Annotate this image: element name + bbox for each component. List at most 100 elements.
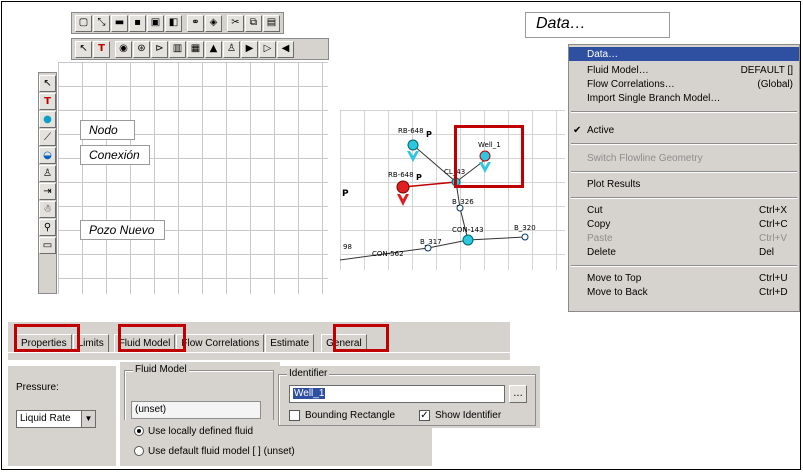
checkbox-checked[interactable]: ✓ — [419, 410, 430, 421]
text-tool-icon[interactable]: T — [93, 40, 110, 58]
pointer-icon[interactable]: ↖ — [39, 75, 56, 92]
cut-icon[interactable]: ⤡ — [93, 14, 110, 32]
bars-icon[interactable]: ▥ — [169, 40, 186, 58]
highlight-fluid-model — [118, 324, 186, 352]
menu-item-switch-flowline: Switch Flowline Geometry — [587, 152, 703, 164]
menu-separator — [571, 171, 797, 173]
pressure-label: Pressure: — [16, 382, 59, 393]
rb648-red-well-icon — [397, 194, 409, 206]
print-icon[interactable]: ▣ — [147, 14, 164, 32]
radio-button-checked[interactable] — [134, 426, 144, 437]
identifier-group-label: Identifier — [287, 368, 330, 379]
properties-tab-strip: Properties Limits Fluid Model Flow Corre… — [8, 322, 510, 352]
menu-item-delete[interactable]: Delete Del — [569, 245, 799, 259]
menu-separator — [571, 265, 797, 267]
svg-text:P: P — [416, 173, 422, 182]
menu-item-data[interactable]: Data… — [569, 47, 799, 61]
open-icon[interactable]: ▬ — [111, 14, 128, 32]
menu-item-cut[interactable]: Cut Ctrl+X — [569, 203, 799, 217]
label-b320: B_320 — [514, 224, 536, 232]
tab-estimate[interactable]: Estimate — [265, 334, 315, 352]
right-icon[interactable]: ▶ — [241, 40, 258, 58]
text-icon[interactable]: T — [39, 93, 56, 110]
pointer-tool-icon[interactable]: ↖ — [75, 40, 92, 58]
find-icon[interactable]: ⚭ — [187, 14, 204, 32]
menu-item-move-to-top[interactable]: Move to Top Ctrl+U — [569, 271, 799, 285]
bounding-rectangle-checkbox[interactable]: Bounding Rectangle — [289, 410, 395, 421]
menu-separator — [571, 111, 797, 113]
help-icon[interactable]: ◈ — [205, 14, 222, 32]
menu-item-move-to-back[interactable]: Move to Back Ctrl+D — [569, 285, 799, 299]
box-icon[interactable]: ▭ — [39, 237, 56, 254]
rb648-top-node[interactable] — [407, 139, 419, 151]
callout-nodo: Nodo — [80, 120, 135, 140]
menu-item-fluid-model[interactable]: Fluid Model… DEFAULT [] — [569, 63, 799, 77]
menu-item-active[interactable]: ✔ Active — [569, 123, 799, 137]
target-icon[interactable]: ⊛ — [133, 40, 150, 58]
show-identifier-checkbox[interactable]: ✓ Show Identifier — [419, 410, 501, 421]
draw-toolbar: ↖ T ◉ ⊛ ⊳ ▥ ▦ ▲ ♙ ▶ ▷ ◀ — [71, 38, 329, 60]
fluid-model-field: (unset) — [131, 401, 261, 419]
highlight-general — [333, 324, 389, 352]
grid-icon[interactable]: ▦ — [187, 40, 204, 58]
menu-item-flow-correlations[interactable]: Flow Correlations… (Global) — [569, 77, 799, 91]
callout-conexion: Conexión — [80, 145, 150, 165]
connection-icon[interactable]: ⟋ — [39, 129, 56, 146]
canvas-grid[interactable] — [58, 62, 328, 294]
label-b317: B_317 — [420, 238, 442, 246]
label-con143: CON-143 — [452, 226, 484, 234]
context-menu: Data… Fluid Model… DEFAULT [] Flow Correl… — [568, 44, 800, 312]
identifier-input[interactable]: Well_1 — [289, 385, 505, 403]
label-rb648-top: RB-648 — [398, 127, 424, 135]
save-icon[interactable]: ▪ — [129, 14, 146, 32]
tab-flow-correlations[interactable]: Flow Correlations — [176, 334, 265, 352]
network-diagram: P P P — [339, 130, 529, 261]
menu-item-plot-results[interactable]: Plot Results — [569, 177, 799, 191]
paste-icon[interactable]: ▤ — [263, 14, 280, 32]
svg-text:P: P — [426, 130, 432, 139]
forward-icon[interactable]: ⊳ — [151, 40, 168, 58]
browse-button[interactable]: ... — [509, 385, 527, 403]
callout-pozo-nuevo: Pozo Nuevo — [80, 220, 165, 240]
well1-highlight — [454, 125, 524, 188]
up-icon[interactable]: ▲ — [205, 40, 222, 58]
well-icon[interactable]: ♙ — [39, 165, 56, 182]
label-b326: B_326 — [452, 198, 474, 206]
checkmark-icon: ✔ — [573, 124, 582, 136]
element-palette: ↖ T ● ⟋ ◒ ♙ ⇥ ☃ ⚲ ▭ — [38, 72, 57, 294]
svg-text:P: P — [342, 189, 349, 199]
rb648-top-well-icon — [407, 151, 419, 162]
identifier-group: Identifier Well_1 ... Bounding Rectangle… — [278, 368, 536, 426]
play-icon[interactable]: ▷ — [259, 40, 276, 58]
sink-icon[interactable]: ⚲ — [39, 219, 56, 236]
menu-separator — [571, 143, 797, 145]
rate-select[interactable]: Liquid Rate ▼ — [16, 410, 96, 428]
menu-item-copy[interactable]: Copy Ctrl+C — [569, 217, 799, 231]
chevron-down-icon[interactable]: ▼ — [81, 411, 95, 427]
fluid-model-group-label: Fluid Model — [133, 364, 189, 375]
label-con562: CON-562 — [372, 250, 404, 258]
radio-button[interactable] — [134, 446, 144, 457]
node-icon[interactable]: ● — [39, 111, 56, 128]
radio-default-fluid[interactable]: Use default fluid model [ ] (unset) — [134, 446, 295, 457]
label-98: 98 — [343, 243, 352, 251]
zoom-icon[interactable]: ◒ — [39, 147, 56, 164]
man-icon[interactable]: ☃ — [39, 201, 56, 218]
eye-icon[interactable]: ◉ — [115, 40, 132, 58]
callout-data: Data… — [525, 12, 670, 38]
rb648-red-node[interactable] — [396, 180, 410, 194]
export-icon[interactable]: ◧ — [165, 14, 182, 32]
identifier-panel: Identifier Well_1 ... Bounding Rectangle… — [276, 366, 540, 428]
scissors-icon[interactable]: ✂ — [227, 14, 244, 32]
new-icon[interactable]: ▢ — [75, 14, 92, 32]
source-icon[interactable]: ⇥ — [39, 183, 56, 200]
con143-node[interactable] — [462, 234, 474, 246]
b320-node[interactable] — [521, 233, 529, 241]
back-icon[interactable]: ◀ — [277, 40, 294, 58]
person-icon[interactable]: ♙ — [223, 40, 240, 58]
highlight-properties — [14, 324, 80, 352]
radio-local-fluid[interactable]: Use locally defined fluid — [134, 426, 253, 437]
checkbox-unchecked[interactable] — [289, 410, 300, 421]
copy-icon[interactable]: ⧉ — [245, 14, 262, 32]
menu-item-import-single-branch[interactable]: Import Single Branch Model… — [569, 91, 799, 105]
